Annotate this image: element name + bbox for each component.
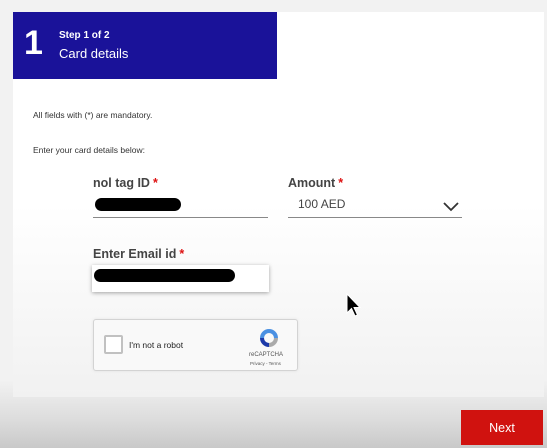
recaptcha-brand: reCAPTCHA — [249, 352, 284, 358]
step-title: Card details — [59, 46, 129, 61]
recaptcha-checkbox[interactable] — [104, 335, 123, 354]
amount-label: Amount * — [288, 176, 343, 190]
mandatory-note: All fields with (*) are mandatory. — [33, 110, 153, 120]
chevron-down-icon — [443, 202, 459, 212]
recaptcha-label: I'm not a robot — [129, 340, 184, 350]
step-header: 1 Step 1 of 2 Card details — [13, 12, 277, 79]
amount-label-text: Amount — [288, 176, 336, 190]
nol-tag-underline — [93, 217, 268, 218]
nol-tag-label-text: nol tag ID — [93, 176, 150, 190]
email-label: Enter Email id * — [93, 247, 184, 261]
required-mark: * — [179, 247, 185, 261]
email-input[interactable] — [92, 265, 269, 292]
recaptcha-widget: I'm not a robot reCAPTCHA Privacy - Term… — [93, 319, 298, 371]
nol-tag-input[interactable] — [93, 192, 268, 218]
email-label-text: Enter Email id — [93, 247, 177, 261]
amount-select[interactable]: 100 AED — [288, 192, 462, 218]
amount-value: 100 AED — [298, 197, 346, 211]
redacted-value — [94, 269, 235, 282]
mouse-pointer-icon — [346, 293, 362, 317]
recaptcha-links[interactable]: Privacy - Terms — [250, 361, 281, 366]
amount-underline — [288, 217, 462, 218]
required-mark: * — [338, 176, 344, 190]
step-number: 1 — [24, 24, 43, 62]
nol-tag-label: nol tag ID * — [93, 176, 158, 190]
recaptcha-icon — [260, 329, 278, 347]
redacted-value — [95, 198, 181, 211]
next-button[interactable]: Next — [461, 410, 543, 445]
instructions-note: Enter your card details below: — [33, 145, 145, 155]
step-progress: Step 1 of 2 — [59, 30, 110, 41]
card-details-panel: 1 Step 1 of 2 Card details All fields wi… — [13, 12, 544, 397]
required-mark: * — [152, 176, 158, 190]
